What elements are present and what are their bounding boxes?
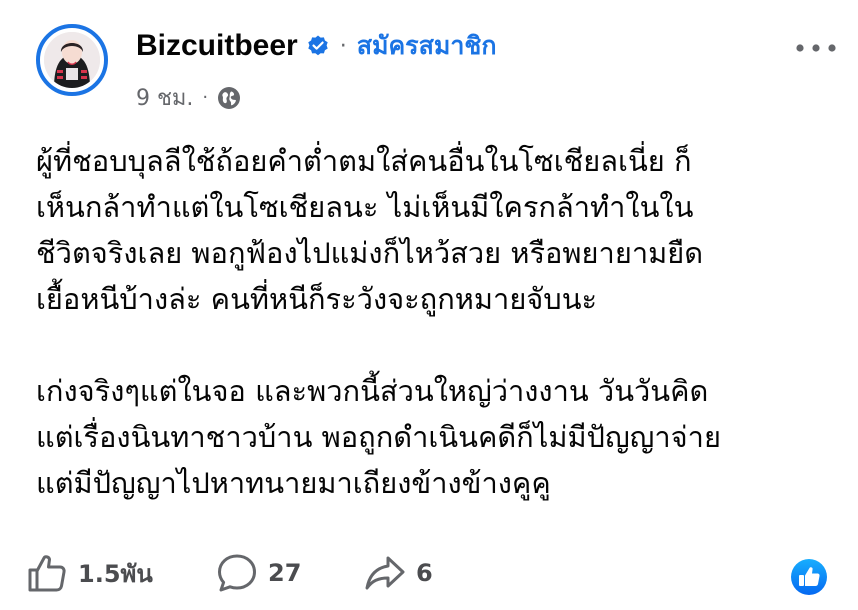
- post-timestamp[interactable]: 9 ชม.: [136, 80, 193, 115]
- share-count: 6: [416, 559, 433, 587]
- post-text-line: ชีวิตจริงเลย พอกูฟ้องไปแม่งก็ไหว้สวย หรื…: [36, 236, 704, 270]
- like-button[interactable]: 1.5พัน: [26, 552, 153, 594]
- post-text-line: เก่งจริงๆแต่ในจอ และพวกนี้ส่วนใหญ่ว่างงา…: [36, 374, 709, 408]
- comment-button[interactable]: 27: [216, 552, 301, 594]
- avatar-image: [44, 32, 100, 88]
- post-actions: 1.5พัน 27 6: [0, 552, 858, 602]
- like-reaction-icon[interactable]: [790, 558, 828, 596]
- post-text-line: เยื้อหนีบ้างล่ะ คนที่หนีก็ระวังจะถูกหมาย…: [36, 282, 598, 316]
- meta-separator: ·: [202, 87, 209, 108]
- post-text-line: ผู้ที่ชอบบุลลีใช้ถ้อยคำต่ำตมใส่คนอื่นในโ…: [36, 144, 692, 178]
- more-options-icon[interactable]: [792, 38, 840, 58]
- author-name[interactable]: Bizcuitbeer: [136, 29, 298, 63]
- follow-button[interactable]: สมัครสมาชิก: [357, 26, 497, 66]
- post-header: Bizcuitbeer · สมัครสมาชิก 9 ชม. ·: [0, 0, 858, 120]
- thumbs-up-icon: [28, 555, 66, 592]
- verified-badge-icon: [308, 35, 328, 56]
- like-count: 1.5พัน: [78, 559, 153, 588]
- author-row: Bizcuitbeer · สมัครสมาชิก: [136, 26, 497, 66]
- globe-icon: [218, 86, 241, 109]
- post-text-line: เห็นกล้าทำแต่ในโซเชียลนะ ไม่เห็นมีใครกล้…: [36, 190, 694, 224]
- header-separator: ·: [339, 33, 347, 59]
- avatar[interactable]: [36, 24, 108, 96]
- post-text-line: แต่เรื่องนินทาชาวบ้าน พอถูกดำเนินคดีก็ไม…: [36, 420, 721, 454]
- post-text-line: แต่มีปัญญาไปหาทนายมาเถียงข้างข้างคูคู: [36, 466, 551, 500]
- share-button[interactable]: 6: [364, 552, 433, 594]
- post-body: ผู้ที่ชอบบุลลีใช้ถ้อยคำต่ำตมใส่คนอื่นในโ…: [36, 138, 836, 506]
- comment-icon: [218, 554, 256, 592]
- post-meta: 9 ชม. ·: [136, 80, 241, 115]
- comment-count: 27: [268, 559, 302, 587]
- share-icon: [365, 556, 405, 590]
